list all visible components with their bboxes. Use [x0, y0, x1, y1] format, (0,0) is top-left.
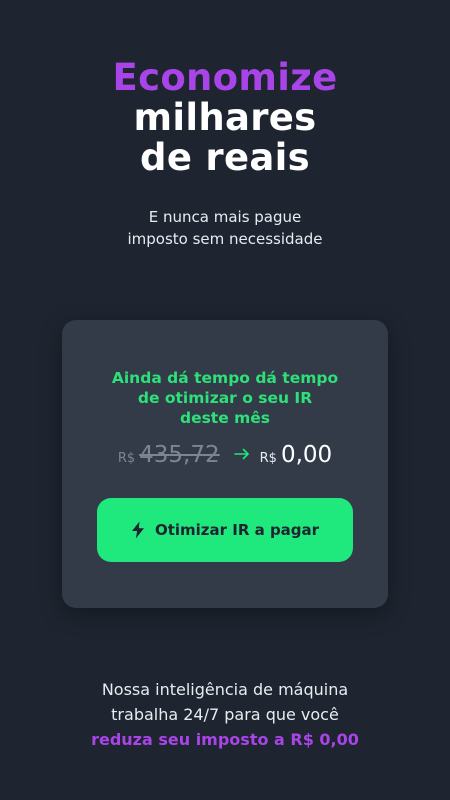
new-price-currency: R$ [259, 451, 277, 466]
hero-subtitle: E nunca mais pague imposto sem necessida… [0, 206, 450, 250]
card-title-line-3: deste mês [179, 409, 271, 427]
hero-title-accent: Economize [112, 56, 338, 99]
lightning-bolt-icon [131, 521, 145, 539]
footer-highlight: reduza seu imposto a R$ 0,00 [91, 730, 359, 749]
hero-title: Economize milhares de reais [0, 58, 450, 178]
arrow-right-icon [233, 445, 250, 460]
optimize-ir-button[interactable]: Otimizar IR a pagar [97, 498, 353, 562]
card-title-line-1: Ainda dá tempo dá tempo [111, 369, 339, 387]
hero-subtitle-line-2: imposto sem necessidade [127, 230, 323, 248]
old-price-currency: R$ [117, 451, 136, 466]
price-comparison: R$ 435,72 R$ 0,00 [62, 442, 388, 474]
optimize-ir-button-label: Otimizar IR a pagar [154, 521, 320, 539]
savings-card: Ainda dá tempo dá tempo de otimizar o se… [62, 320, 388, 608]
hero-title-line-3: de reais [140, 136, 310, 179]
footer-line-2: trabalha 24/7 para que você [111, 705, 339, 724]
hero-title-line-2: milhares [133, 96, 317, 139]
card-title-line-2: de otimizar o seu IR [137, 389, 313, 407]
old-price-value: 435,72 [139, 442, 220, 468]
card-title: Ainda dá tempo dá tempo de otimizar o se… [62, 368, 388, 428]
footer-line-1: Nossa inteligência de máquina [101, 680, 349, 699]
hero-subtitle-line-1: E nunca mais pague [148, 208, 302, 226]
new-price-value: 0,00 [280, 442, 333, 468]
footer-message: Nossa inteligência de máquina trabalha 2… [0, 677, 450, 752]
